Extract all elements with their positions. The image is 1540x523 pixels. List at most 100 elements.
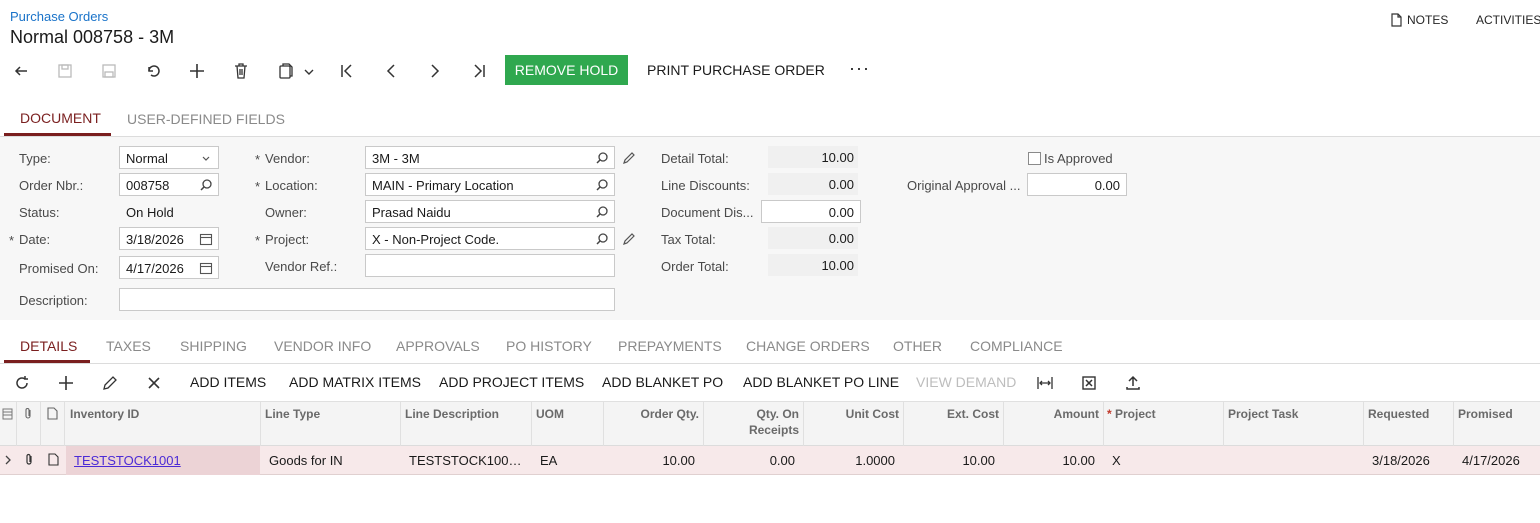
tab-taxes[interactable]: TAXES: [106, 338, 151, 354]
line-type-cell[interactable]: Goods for IN: [269, 453, 343, 468]
line-description-cell[interactable]: TESTSTOCK100…: [409, 453, 521, 468]
vendor-ref-field[interactable]: [365, 254, 615, 277]
undo-icon[interactable]: [142, 60, 164, 82]
col-line-description[interactable]: Line Description: [405, 407, 499, 421]
col-line-type[interactable]: Line Type: [265, 407, 320, 421]
remove-hold-button[interactable]: REMOVE HOLD: [505, 55, 628, 85]
col-qty-on-receipts-1[interactable]: Qty. On: [703, 407, 799, 421]
location-field[interactable]: MAIN - Primary Location: [365, 173, 615, 196]
search-icon[interactable]: [595, 232, 609, 246]
search-icon[interactable]: [595, 151, 609, 165]
calendar-icon[interactable]: [199, 232, 213, 246]
unit-cost-cell[interactable]: 1.0000: [803, 453, 895, 468]
col-ext-cost[interactable]: Ext. Cost: [903, 407, 999, 421]
tab-user-defined-fields[interactable]: USER-DEFINED FIELDS: [127, 111, 285, 127]
date-field[interactable]: 3/18/2026: [119, 227, 219, 250]
save-icon[interactable]: [54, 60, 76, 82]
breadcrumb[interactable]: Purchase Orders: [10, 9, 108, 24]
add-items-button[interactable]: ADD ITEMS: [190, 374, 266, 390]
upload-icon[interactable]: [1123, 373, 1143, 393]
add-icon[interactable]: [186, 60, 208, 82]
tax-total-value: 0.00: [768, 227, 858, 249]
first-icon[interactable]: [336, 60, 358, 82]
document-discount-field[interactable]: 0.00: [761, 200, 861, 223]
note-icon[interactable]: [48, 453, 59, 466]
col-promised[interactable]: Promised: [1458, 407, 1513, 421]
tab-change-orders[interactable]: CHANGE ORDERS: [746, 338, 870, 354]
add-matrix-items-button[interactable]: ADD MATRIX ITEMS: [289, 374, 421, 390]
uom-cell[interactable]: EA: [540, 453, 557, 468]
pencil-icon[interactable]: [100, 373, 120, 393]
original-approval-field[interactable]: 0.00: [1027, 173, 1127, 196]
copy-paste-icon[interactable]: [274, 60, 318, 82]
fit-columns-icon[interactable]: [1035, 373, 1055, 393]
tab-prepayments[interactable]: PREPAYMENTS: [618, 338, 722, 354]
add-project-items-button[interactable]: ADD PROJECT ITEMS: [439, 374, 584, 390]
order-qty-cell[interactable]: 10.00: [603, 453, 695, 468]
col-amount[interactable]: Amount: [1003, 407, 1099, 421]
location-label: Location:: [265, 178, 318, 193]
promised-on-field[interactable]: 4/17/2026: [119, 256, 219, 279]
date-label: Date:: [19, 232, 51, 247]
order-nbr-field[interactable]: 008758: [119, 173, 219, 196]
tab-approvals[interactable]: APPROVALS: [396, 338, 480, 354]
col-requested[interactable]: Requested: [1368, 407, 1429, 421]
calendar-icon[interactable]: [199, 261, 213, 275]
status-label: Status:: [19, 205, 60, 220]
search-icon[interactable]: [595, 178, 609, 192]
add-blanket-po-line-button[interactable]: ADD BLANKET PO LINE: [743, 374, 899, 390]
prev-icon[interactable]: [380, 60, 402, 82]
tab-details[interactable]: DETAILS: [20, 338, 77, 354]
type-select[interactable]: Normal: [119, 146, 219, 169]
tab-document[interactable]: DOCUMENT: [20, 110, 101, 126]
next-icon[interactable]: [424, 60, 446, 82]
tab-shipping[interactable]: SHIPPING: [180, 338, 247, 354]
project-cell[interactable]: X: [1112, 453, 1121, 468]
tab-po-history[interactable]: PO HISTORY: [506, 338, 592, 354]
is-approved-label: Is Approved: [1044, 151, 1113, 166]
vendor-field[interactable]: 3M - 3M: [365, 146, 615, 169]
pencil-icon[interactable]: [622, 151, 636, 165]
paperclip-icon[interactable]: [24, 453, 35, 466]
activities-button[interactable]: ACTIVITIES: [1476, 13, 1540, 27]
owner-label: Owner:: [265, 205, 307, 220]
col-project[interactable]: Project: [1115, 407, 1156, 421]
requested-cell[interactable]: 3/18/2026: [1372, 453, 1430, 468]
save-close-icon[interactable]: [98, 60, 120, 82]
pencil-icon[interactable]: [622, 232, 636, 246]
last-icon[interactable]: [468, 60, 490, 82]
promised-cell[interactable]: 4/17/2026: [1462, 453, 1520, 468]
more-button[interactable]: ···: [849, 58, 870, 79]
tab-compliance[interactable]: COMPLIANCE: [970, 338, 1063, 354]
tab-other[interactable]: OTHER: [893, 338, 942, 354]
col-unit-cost[interactable]: Unit Cost: [803, 407, 899, 421]
add-blanket-po-button[interactable]: ADD BLANKET PO: [602, 374, 723, 390]
detail-total-label: Detail Total:: [661, 151, 729, 166]
close-icon[interactable]: [144, 373, 164, 393]
search-icon[interactable]: [595, 205, 609, 219]
search-icon[interactable]: [199, 178, 213, 192]
col-uom[interactable]: UOM: [536, 407, 564, 421]
column-separator: [16, 401, 17, 446]
row-selector-icon[interactable]: [2, 408, 13, 420]
inventory-id-link[interactable]: TESTSTOCK1001: [74, 453, 181, 468]
back-icon[interactable]: [10, 60, 32, 82]
is-approved-checkbox[interactable]: [1028, 152, 1041, 165]
col-order-qty[interactable]: Order Qty.: [603, 407, 699, 421]
view-demand-button[interactable]: VIEW DEMAND: [916, 374, 1016, 390]
print-purchase-order-button[interactable]: PRINT PURCHASE ORDER: [647, 62, 825, 78]
chevron-right-icon[interactable]: [3, 454, 13, 466]
refresh-icon[interactable]: [12, 373, 32, 393]
owner-field[interactable]: Prasad Naidu: [365, 200, 615, 223]
paperclip-icon: [23, 407, 34, 420]
col-inventory-id[interactable]: Inventory ID: [70, 407, 139, 421]
export-excel-icon[interactable]: [1079, 373, 1099, 393]
add-row-icon[interactable]: [56, 373, 76, 393]
col-project-task[interactable]: Project Task: [1228, 407, 1298, 421]
notes-button[interactable]: NOTES: [1390, 13, 1448, 27]
project-field[interactable]: X - Non-Project Code.: [365, 227, 615, 250]
description-field[interactable]: [119, 288, 615, 311]
tab-vendor-info[interactable]: VENDOR INFO: [274, 338, 371, 354]
ext-cost-cell[interactable]: 10.00: [903, 453, 995, 468]
delete-icon[interactable]: [230, 60, 252, 82]
